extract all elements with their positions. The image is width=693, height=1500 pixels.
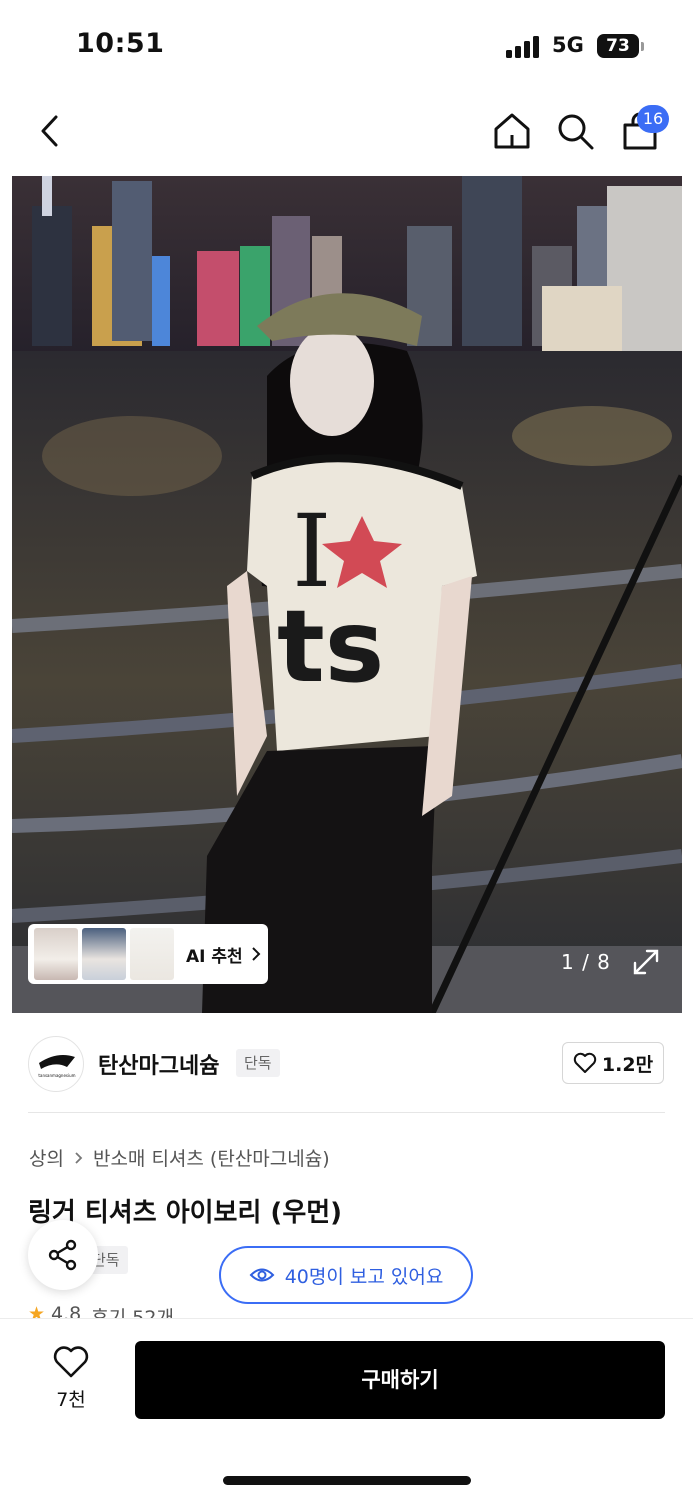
chevron-right-icon <box>251 947 261 961</box>
viewers-text: 40명이 보고 있어요 <box>284 1265 444 1288</box>
breadcrumb-subcategory[interactable]: 반소매 티셔츠 (탄산마그네슘) <box>93 1144 330 1171</box>
buy-button[interactable]: 구매하기 <box>135 1341 665 1419</box>
store-logo-mark: tansanmagnesium <box>38 1055 76 1078</box>
store-like-count: 1.2만 <box>601 1053 654 1076</box>
divider <box>28 1112 665 1113</box>
network-type: 5G <box>552 33 584 57</box>
expand-icon[interactable] <box>631 947 661 977</box>
eye-icon <box>249 1268 275 1282</box>
heart-icon <box>53 1346 89 1378</box>
battery-cap <box>641 42 644 51</box>
breadcrumb-category[interactable]: 상의 <box>29 1144 64 1171</box>
star-icon: ★ <box>28 1303 46 1319</box>
viewers-pill: 40명이 보고 있어요 <box>219 1246 473 1304</box>
store-exclusive-tag: 단독 <box>236 1049 280 1077</box>
wishlist-count: 7천 <box>56 1389 86 1411</box>
review-count: 후기 52개 <box>91 1307 174 1319</box>
status-time: 10:51 <box>76 28 165 59</box>
chevron-right-icon <box>75 1151 83 1164</box>
product-image[interactable]: I ts AI 추천 1 / 8 <box>12 176 682 1013</box>
heart-icon <box>573 1052 597 1073</box>
breadcrumb: 상의 반소매 티셔츠 (탄산마그네슘) <box>29 1144 330 1171</box>
store-like-button[interactable]: 1.2만 <box>562 1042 664 1084</box>
rating-value: 4.8 <box>51 1303 82 1319</box>
home-icon <box>494 113 530 149</box>
home-button[interactable] <box>490 106 534 156</box>
bottom-bar: 7천 구매하기 <box>0 1318 693 1500</box>
status-bar: 10:51 5G 73 <box>0 0 693 92</box>
top-nav <box>0 92 693 172</box>
home-indicator <box>223 1476 471 1485</box>
ai-thumb-1 <box>34 928 78 980</box>
ai-recommend-chip[interactable]: AI 추천 <box>28 924 268 984</box>
chevron-left-icon <box>41 115 58 147</box>
ai-thumb-3 <box>130 928 174 980</box>
store-name[interactable]: 탄산마그네슘 <box>98 1048 219 1080</box>
shirt-print-bottom: ts <box>277 588 384 705</box>
store-logo-text: tansanmagnesium <box>38 1073 75 1078</box>
cart-badge: 16 <box>637 105 669 133</box>
rating-row[interactable]: ★ 4.8 후기 52개 <box>28 1303 184 1319</box>
ai-recommend-label: AI 추천 <box>186 946 243 967</box>
wishlist-button[interactable]: 7천 <box>42 1345 100 1412</box>
search-button[interactable] <box>553 106 597 156</box>
store-logo[interactable]: tansanmagnesium <box>28 1036 84 1092</box>
store-row: tansanmagnesium 탄산마그네슘 단독 1.2만 <box>0 1030 693 1098</box>
search-icon <box>558 114 594 150</box>
ai-thumb-2 <box>82 928 126 980</box>
share-icon <box>48 1239 77 1271</box>
signal-icon <box>506 36 542 58</box>
battery-icon: 73 <box>597 34 639 58</box>
product-photo: I ts <box>12 176 682 1013</box>
image-counter: 1 / 8 <box>561 950 611 974</box>
share-button[interactable] <box>28 1220 98 1290</box>
back-button[interactable] <box>28 106 72 156</box>
